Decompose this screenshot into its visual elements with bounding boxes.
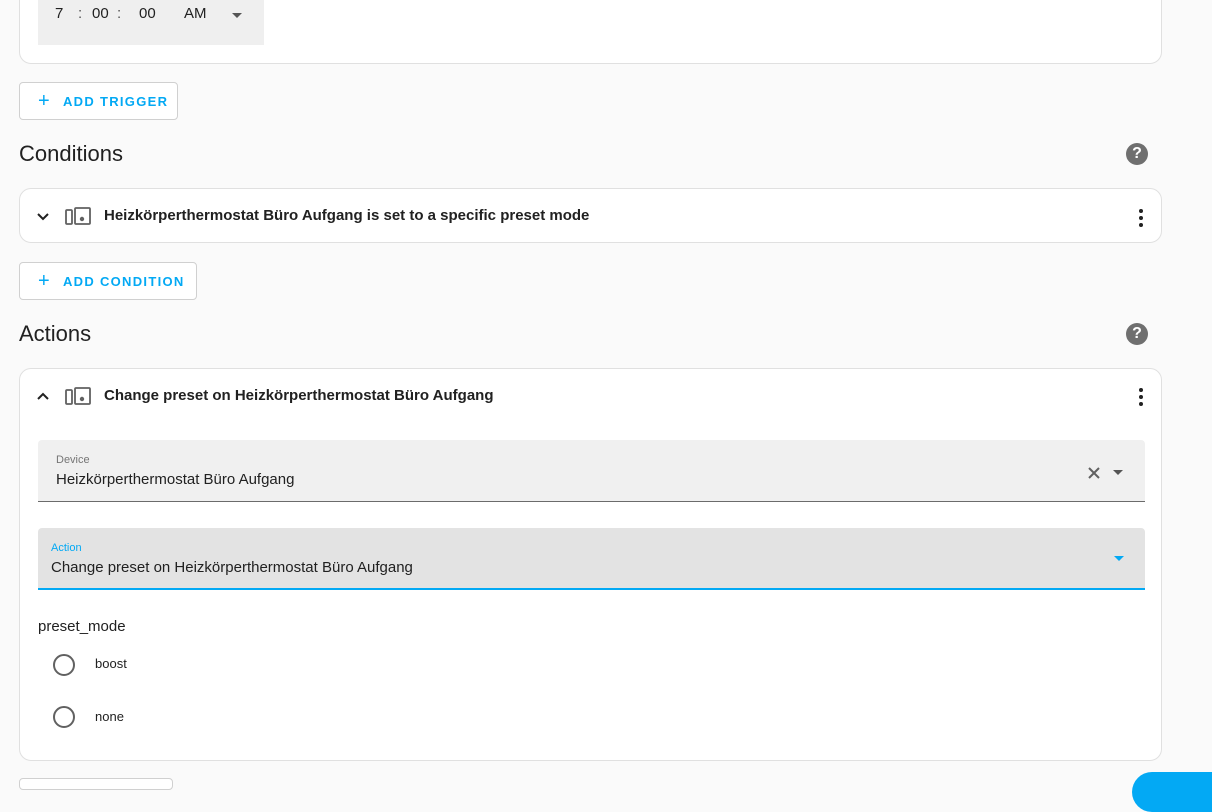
action-title: Change preset on Heizkörperthermostat Bü… <box>104 387 494 404</box>
actions-title: Actions <box>19 321 92 346</box>
device-field-label: Device <box>56 454 90 466</box>
radio-unchecked-icon[interactable] <box>53 706 75 728</box>
condition-title: Heizkörperthermostat Büro Aufgang is set… <box>104 207 590 224</box>
condition-card: Heizkörperthermostat Büro Aufgang is set… <box>19 188 1162 243</box>
plus-icon: + <box>38 90 51 112</box>
save-fab[interactable] <box>1132 772 1212 812</box>
device-picker[interactable]: Device Heizkörperthermostat Büro Aufgang <box>38 440 1145 502</box>
period-select[interactable]: AM <box>184 5 207 22</box>
dots-vertical-icon[interactable] <box>1139 388 1143 409</box>
radio-unchecked-icon[interactable] <box>53 654 75 676</box>
devices-icon <box>65 387 91 405</box>
trigger-card: 7 : 00 : 00 AM <box>19 0 1162 64</box>
time-separator: : <box>117 5 122 22</box>
action-picker[interactable]: Action Change preset on Heizkörperthermo… <box>38 528 1145 590</box>
minutes-field[interactable]: 00 <box>92 5 109 22</box>
add-condition-button[interactable]: + ADD CONDITION <box>19 262 197 300</box>
hours-field[interactable]: 7 <box>55 5 63 22</box>
close-icon[interactable] <box>1087 466 1101 480</box>
add-action-button[interactable] <box>19 778 173 790</box>
chevron-down-icon[interactable] <box>232 13 242 18</box>
plus-icon: + <box>38 270 51 292</box>
time-separator: : <box>78 5 83 22</box>
option-none-label[interactable]: none <box>95 709 124 724</box>
help-circle-icon[interactable]: ? <box>1126 143 1148 165</box>
action-header[interactable]: Change preset on Heizkörperthermostat Bü… <box>20 369 1161 421</box>
action-card: Change preset on Heizkörperthermostat Bü… <box>19 368 1162 761</box>
dots-vertical-icon[interactable] <box>1139 209 1143 230</box>
option-boost-label[interactable]: boost <box>95 656 127 671</box>
chevron-up-icon[interactable] <box>36 389 50 403</box>
add-trigger-label: ADD TRIGGER <box>62 93 169 109</box>
menu-down-icon[interactable] <box>1114 556 1124 561</box>
action-field-label: Action <box>51 542 82 554</box>
conditions-title: Conditions <box>19 141 123 166</box>
preset-mode-label: preset_mode <box>38 618 126 635</box>
device-field-value: Heizkörperthermostat Büro Aufgang <box>56 471 295 488</box>
devices-icon <box>65 207 91 225</box>
add-trigger-button[interactable]: + ADD TRIGGER <box>19 82 178 120</box>
menu-down-icon[interactable] <box>1113 470 1123 475</box>
action-field-value: Change preset on Heizkörperthermostat Bü… <box>51 559 413 576</box>
chevron-down-icon[interactable] <box>36 210 50 224</box>
add-condition-label: ADD CONDITION <box>62 273 185 289</box>
time-input[interactable]: 7 : 00 : 00 AM <box>38 0 264 45</box>
condition-header[interactable]: Heizkörperthermostat Büro Aufgang is set… <box>20 189 1161 241</box>
seconds-field[interactable]: 00 <box>139 5 156 22</box>
help-circle-icon[interactable]: ? <box>1126 323 1148 345</box>
